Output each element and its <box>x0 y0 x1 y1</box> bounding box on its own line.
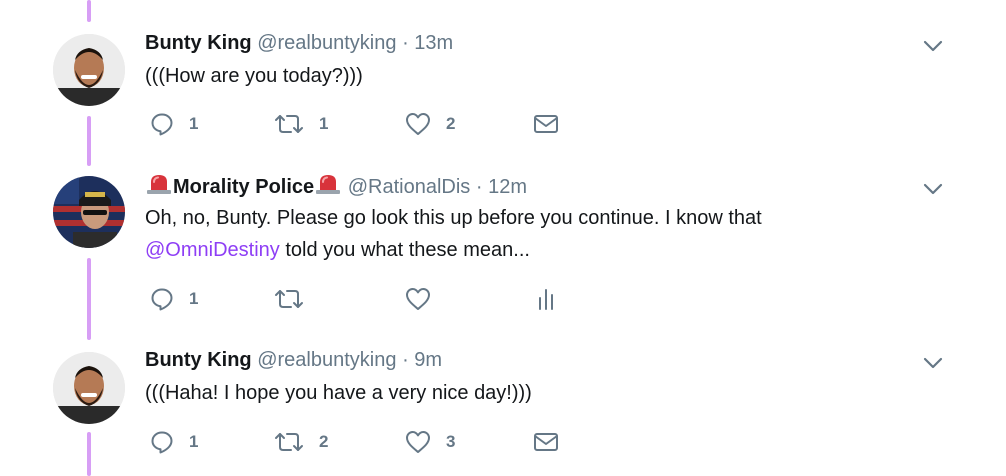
like-count: 3 <box>446 432 456 451</box>
envelope-icon <box>534 433 558 451</box>
tweet-header: Bunty King @realbuntyking · 9m <box>145 347 442 373</box>
reply-count: 1 <box>189 432 199 451</box>
tweet-actions: 1 2 3 <box>145 427 585 457</box>
retweet-count: 2 <box>319 432 329 451</box>
like-button[interactable]: 3 <box>404 427 455 457</box>
retweet-icon <box>275 433 303 451</box>
reply-icon <box>151 431 173 454</box>
display-name[interactable]: Bunty King <box>145 349 252 371</box>
separator-dot: · <box>402 349 409 371</box>
heart-icon <box>406 431 430 453</box>
chevron-down-icon[interactable] <box>920 353 946 373</box>
timestamp[interactable]: 9m <box>414 349 442 371</box>
tweet-3[interactable]: Bunty King @realbuntyking · 9m (((Haha! … <box>0 0 1006 476</box>
user-handle[interactable]: @realbuntyking <box>257 349 396 371</box>
tweet-text: (((Haha! I hope you have a very nice day… <box>145 382 532 404</box>
avatar[interactable] <box>53 352 125 424</box>
direct-message-button[interactable] <box>532 427 560 457</box>
reply-button[interactable]: 1 <box>149 427 198 457</box>
retweet-button[interactable]: 2 <box>273 427 328 457</box>
